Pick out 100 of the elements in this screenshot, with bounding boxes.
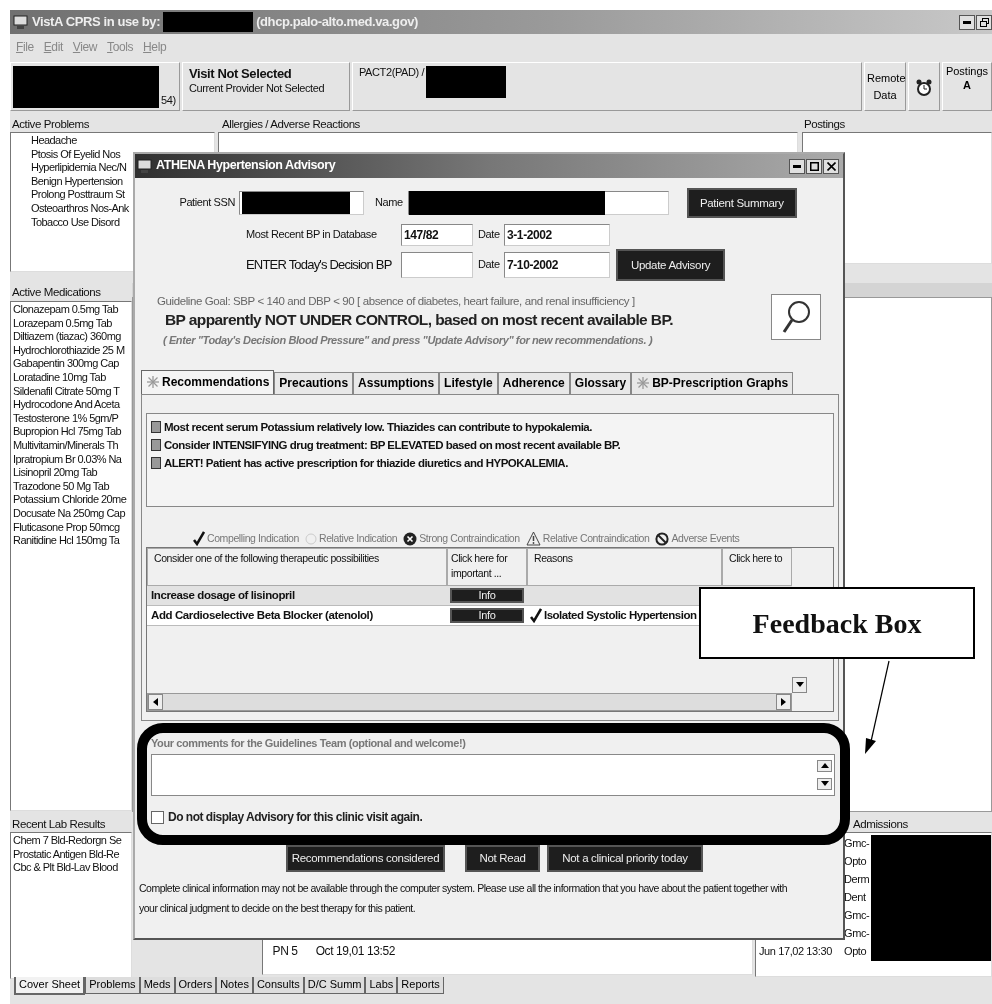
minimize-icon — [793, 164, 801, 168]
tab[interactable]: Consults — [252, 977, 304, 994]
date-field[interactable]: 7-10-2002 — [504, 252, 610, 278]
alarm-button[interactable] — [908, 62, 940, 111]
admission-location[interactable]: Opto — [844, 945, 867, 959]
field-label: Name — [375, 196, 403, 210]
circle-icon — [305, 531, 317, 546]
list-item[interactable]: Headache — [31, 134, 214, 148]
admission-location[interactable]: Gmc- — [844, 837, 870, 851]
computer-icon — [137, 158, 153, 174]
warning-icon — [525, 531, 541, 547]
tab[interactable]: Problems — [85, 977, 140, 994]
list-item[interactable]: Diltiazem (tiazac) 360mg — [13, 330, 131, 344]
tab[interactable]: BP-Prescription Graphs — [631, 371, 794, 394]
patient-summary-button[interactable]: Patient Summary — [686, 188, 797, 218]
scroll-right-button[interactable] — [776, 693, 791, 710]
list-item[interactable]: Loratadine 10mg Tab — [13, 370, 131, 385]
tab[interactable]: Labs — [365, 977, 398, 994]
ssn-field[interactable] — [239, 191, 364, 215]
list-item[interactable]: Multivitamin/Minerals Th — [13, 438, 131, 453]
tab[interactable]: Assumptions — [353, 371, 440, 394]
tab[interactable]: Meds — [139, 977, 175, 994]
spin-up-button[interactable] — [817, 759, 832, 772]
tab[interactable]: Orders — [174, 977, 217, 994]
alarm-clock-icon — [916, 77, 932, 96]
list-item[interactable]: Potassium Chloride 20me — [13, 493, 131, 507]
minimize-button[interactable] — [959, 14, 975, 30]
scroll-down-button[interactable] — [792, 676, 807, 693]
search-button[interactable] — [771, 294, 821, 340]
tab[interactable]: Lifestyle — [439, 371, 498, 394]
tab[interactable]: Reports — [397, 977, 444, 994]
list-item[interactable]: Chem 7 Bld-Redorgn Se — [13, 834, 131, 848]
maximize-button[interactable] — [806, 158, 822, 174]
legend-label: Relative Indication — [319, 532, 398, 546]
tab[interactable]: Recommendations — [141, 369, 275, 394]
spin-down-button[interactable] — [817, 777, 832, 790]
tab[interactable]: Glossary — [569, 371, 632, 394]
admission-location[interactable]: Derm — [844, 873, 870, 887]
close-icon — [826, 161, 836, 171]
visit-status: Visit Not Selected — [189, 66, 293, 83]
list-item[interactable]: Hydrocodone And Aceta — [13, 398, 131, 412]
admission-location[interactable]: Gmc- — [844, 909, 870, 923]
field-label: Most Recent BP in Database — [246, 228, 378, 242]
tab[interactable]: D/C Summ — [303, 977, 366, 994]
checkbox[interactable] — [151, 810, 164, 824]
field-label: ENTER Today's Decision BP — [246, 256, 393, 274]
computer-icon — [13, 14, 29, 30]
tab[interactable]: Adherence — [497, 371, 570, 394]
list-item[interactable]: Bupropion Hcl 75mg Tab — [13, 425, 131, 439]
minimize-button[interactable] — [789, 158, 805, 174]
list-item[interactable]: Ipratropium Br 0.03% Na — [13, 452, 131, 467]
close-button[interactable] — [823, 158, 839, 174]
tab[interactable]: Notes — [216, 977, 253, 994]
reason-text: Isolated Systolic Hypertension — [544, 608, 697, 623]
window-title: VistA CPRS in use by: — [32, 13, 161, 31]
tab[interactable]: Precautions — [274, 371, 354, 394]
list-item[interactable]: Testosterone 1% 5gm/P — [13, 411, 131, 426]
list-item[interactable]: Ranitidine Hcl 150mg Ta — [13, 534, 131, 548]
bp-input-field[interactable] — [401, 252, 473, 278]
list-item[interactable]: Sildenafil Citrate 50mg T — [13, 384, 131, 399]
list-item[interactable]: Prostatic Antigen Bld-Re — [13, 847, 131, 862]
checkmark-icon — [529, 607, 542, 623]
list-item[interactable]: Hydrochlorothiazide 25 M — [13, 343, 131, 358]
action-button[interactable]: Not a clinical priority today — [547, 844, 703, 872]
postings-button[interactable]: Postings A — [942, 62, 992, 111]
scroll-left-button[interactable] — [148, 693, 163, 710]
legend-label: Adverse Events — [671, 532, 740, 546]
list-item[interactable]: Docusate Na 250mg Cap — [13, 506, 131, 521]
list-item[interactable]: Cbc & Plt Bld-Lav Blood — [13, 861, 131, 875]
list-item[interactable]: Lorazepam 0.5mg Tab — [13, 316, 131, 331]
admission-location[interactable]: Dent — [844, 891, 866, 905]
action-button[interactable]: Recommendations considered — [286, 844, 445, 872]
remote-data-button[interactable]: Remote Data — [864, 62, 906, 111]
bp-field[interactable]: 147/82 — [401, 224, 473, 246]
update-advisory-button[interactable]: Update Advisory — [616, 249, 725, 281]
comments-field[interactable] — [151, 753, 835, 796]
comments-label: Your comments for the Guidelines Team (optional and welcome!) — [151, 736, 467, 751]
right-arrow-icon — [781, 697, 786, 706]
column-header: Click here to — [722, 547, 792, 586]
checkmark-icon — [192, 531, 205, 547]
info-button[interactable]: Info — [450, 587, 524, 603]
restore-button[interactable] — [976, 14, 992, 30]
date-field[interactable]: 3-1-2002 — [504, 224, 610, 246]
list-item[interactable]: Gabapentin 300mg Cap — [13, 357, 131, 371]
action-button[interactable]: Not Read — [465, 844, 540, 872]
tab[interactable]: Cover Sheet — [14, 977, 86, 995]
info-button[interactable]: Info — [450, 607, 524, 623]
team-label: PACT2(PAD) / — [359, 66, 425, 80]
name-field[interactable] — [407, 191, 669, 215]
instruction-text: ( Enter "Today's Decision Blood Pressure" and press "Update Advisory" for new recommendations. ) — [162, 334, 654, 348]
postings-label: Postings — [945, 65, 989, 79]
list-item[interactable]: Trazodone 50 Mg Tab — [13, 479, 131, 494]
panel-title: Admissions — [852, 817, 909, 832]
list-item[interactable]: Clonazepam 0.5mg Tab — [13, 303, 131, 317]
list-item[interactable]: Lisinopril 20mg Tab — [13, 466, 131, 480]
checkbox-label: Do not display Advisory for this clinic visit again. — [168, 809, 423, 825]
admission-location[interactable]: Opto — [844, 855, 867, 869]
admission-location[interactable]: Gmc- — [844, 927, 870, 941]
list-item[interactable]: Fluticasone Prop 50mcg — [13, 520, 131, 535]
square-icon — [151, 420, 161, 433]
